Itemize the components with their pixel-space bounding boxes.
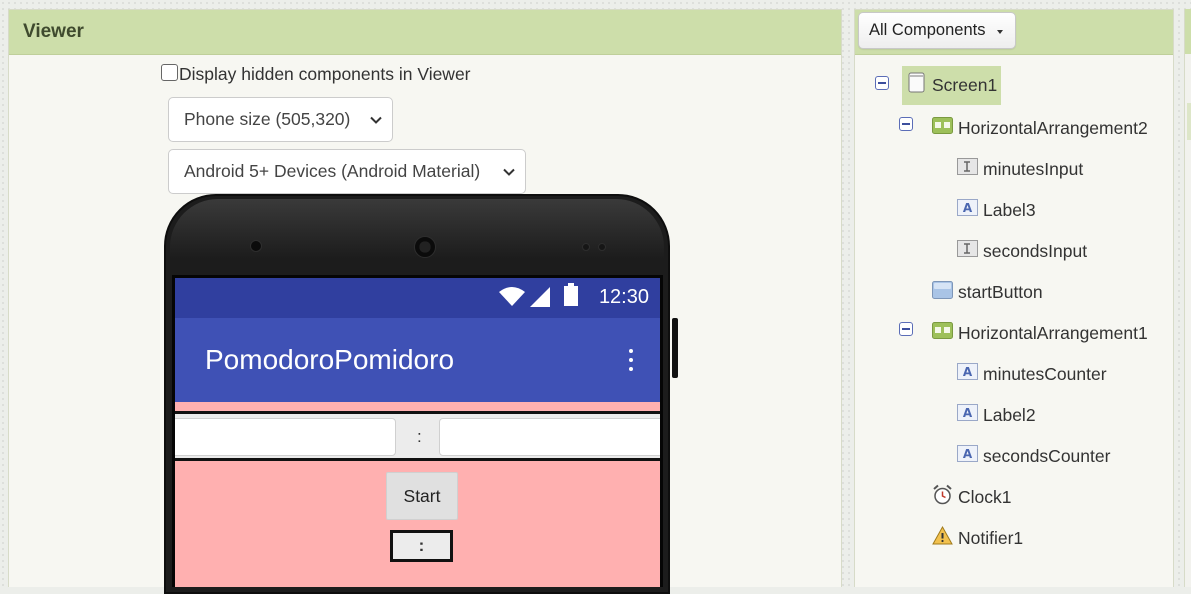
tree-item-label: HorizontalArrangement1 [958, 322, 1148, 343]
chevron-down-icon [503, 168, 515, 176]
clock-icon [933, 484, 952, 504]
tree-item-label2[interactable]: A Label2 [957, 397, 1036, 433]
label2: : [418, 536, 425, 555]
horizontal-arrangement-1: : [390, 530, 453, 562]
tree-item-label: Label3 [983, 199, 1036, 220]
display-hidden-components-option[interactable]: Display hidden components in Viewer [161, 64, 471, 85]
phone-size-value: Phone size (505,320) [184, 109, 351, 129]
theme-select[interactable]: Android 5+ Devices (Android Material) [168, 149, 526, 194]
label-icon: A [957, 362, 978, 380]
properties-panel-marker [1187, 103, 1191, 140]
label-icon: A [957, 198, 978, 216]
component-filter-dropdown[interactable]: All Components [858, 12, 1017, 49]
collapse-horizontalarrangement1-toggle[interactable] [899, 322, 913, 336]
properties-panel-edge [1184, 9, 1191, 587]
theme-value: Android 5+ Devices (Android Material) [184, 161, 481, 181]
tree-item-label: Screen1 [932, 75, 998, 95]
textbox-icon [957, 239, 978, 257]
screen-icon [908, 72, 925, 93]
tree-item-label: HorizontalArrangement2 [958, 117, 1148, 138]
display-hidden-checkbox[interactable] [161, 64, 178, 81]
tree-item-label: startButton [958, 281, 1043, 302]
components-header: All Components [855, 10, 1173, 55]
display-hidden-label: Display hidden components in Viewer [179, 64, 471, 84]
sensor-icon [582, 243, 590, 251]
horizontal-arrangement-icon [932, 321, 953, 339]
label-icon: A [957, 403, 978, 421]
svg-text:A: A [963, 201, 973, 215]
tree-item-clock1[interactable]: Clock1 [932, 479, 1012, 515]
status-bar: 12:30 [175, 278, 660, 318]
collapse-horizontalarrangement2-toggle[interactable] [899, 117, 913, 131]
collapse-screen1-toggle[interactable] [875, 76, 889, 90]
component-filter-label: All Components [869, 21, 986, 39]
horizontal-arrangement-icon [932, 116, 953, 134]
start-button[interactable]: Start [386, 472, 458, 520]
phone-size-select[interactable]: Phone size (505,320) [168, 97, 393, 142]
camera-icon [250, 240, 262, 252]
label3: : [417, 427, 422, 446]
tree-item-horizontalarrangement1[interactable]: HorizontalArrangement1 [932, 315, 1148, 351]
phone-screen: 12:30 PomodoroPomidoro : Start : [172, 275, 663, 587]
app-bar: PomodoroPomidoro [175, 318, 660, 402]
sensor-icon [598, 243, 606, 251]
textbox-icon [957, 157, 978, 175]
tree-item-minutesinput[interactable]: minutesInput [957, 151, 1083, 187]
app-title: PomodoroPomidoro [205, 344, 455, 375]
overflow-menu-icon[interactable] [629, 349, 633, 376]
tree-item-startbutton[interactable]: startButton [932, 274, 1043, 310]
notifier-icon [932, 525, 953, 544]
tree-item-label: secondsCounter [983, 445, 1111, 466]
viewer-header: Viewer [9, 10, 841, 55]
phone-side-button [672, 318, 678, 378]
properties-panel-header [1185, 9, 1191, 54]
chevron-down-icon [370, 116, 382, 124]
tree-item-screen1[interactable]: Screen1 [902, 66, 1002, 105]
tree-item-secondsinput[interactable]: secondsInput [957, 233, 1087, 269]
tree-item-label: Label2 [983, 404, 1036, 425]
tree-item-horizontalarrangement2[interactable]: HorizontalArrangement2 [932, 110, 1148, 146]
tree-item-minutescounter[interactable]: A minutesCounter [957, 356, 1107, 392]
tree-item-label3[interactable]: A Label3 [957, 192, 1036, 228]
dropdown-arrow-icon [997, 30, 1004, 34]
battery-icon [564, 283, 578, 306]
signal-icon [530, 287, 550, 307]
svg-text:A: A [963, 447, 973, 461]
tree-item-label: secondsInput [983, 240, 1088, 261]
tree-item-label: minutesCounter [983, 363, 1107, 384]
tree-item-label: Clock1 [958, 486, 1012, 507]
tree-item-secondscounter[interactable]: A secondsCounter [957, 438, 1110, 474]
tree-item-label: Notifier1 [958, 527, 1024, 548]
horizontal-arrangement-2: : [175, 411, 660, 461]
svg-text:A: A [963, 365, 973, 379]
status-time: 12:30 [598, 286, 649, 308]
tree-item-notifier1[interactable]: Notifier1 [932, 520, 1023, 556]
tree-item-label: minutesInput [983, 158, 1084, 179]
speaker-icon [414, 236, 436, 258]
label-icon: A [957, 444, 978, 462]
svg-text:A: A [963, 406, 973, 420]
minutes-input[interactable] [175, 418, 396, 456]
button-icon [932, 280, 953, 299]
seconds-input[interactable] [439, 418, 660, 456]
